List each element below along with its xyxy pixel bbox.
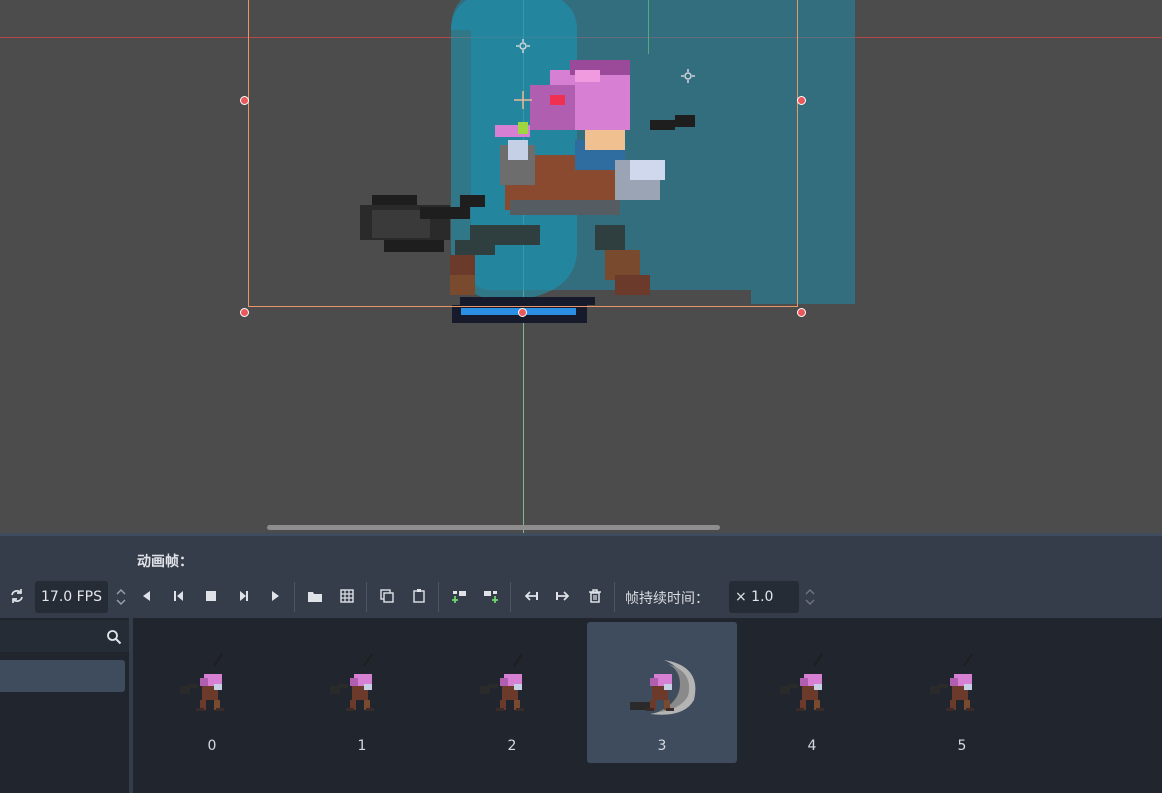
play-icon[interactable] [262,583,288,609]
animation-list [0,618,129,793]
play-from-start-icon[interactable] [230,583,256,609]
scrollbar-thumb[interactable] [267,525,720,530]
load-frames-icon[interactable] [302,583,328,609]
toolbar-separator [614,582,615,612]
pivot-icon[interactable] [516,39,530,53]
horizontal-scrollbar[interactable] [0,523,1162,533]
paste-icon[interactable] [406,583,432,609]
frames-toolbar: 17.0 FPS 帧持续时间： × 1.0 [0,578,1162,616]
toolbar-separator [366,582,367,612]
fps-input[interactable]: 17.0 FPS [35,581,108,613]
delete-icon[interactable] [582,583,608,609]
resize-handle[interactable] [240,96,249,105]
toolbar-separator [510,582,511,612]
editor-root: 动画帧： 17.0 FPS 帧持续时间： × 1.0 0 1 2 3 4 5 [0,0,1162,793]
search-icon[interactable] [106,629,122,645]
frame-index-label: 1 [357,738,367,754]
frame-thumbnail[interactable]: 3 [587,622,737,763]
fps-stepper[interactable] [114,581,128,613]
toolbar-separator [294,582,295,612]
frame-thumbnail[interactable]: 2 [437,622,587,763]
resize-handle[interactable] [797,96,806,105]
frame-thumbnail[interactable]: 4 [737,622,887,763]
frame-index-label: 3 [657,738,667,754]
frame-index-label: 0 [207,738,217,754]
frames-grid: 0 1 2 3 4 5 [133,618,1162,793]
insert-after-icon[interactable] [478,583,504,609]
animation-search-input[interactable] [0,620,129,652]
frame-sprite-preview [180,653,224,711]
toolbar-separator [438,582,439,612]
loop-icon[interactable] [4,583,30,609]
move-right-icon[interactable] [550,583,576,609]
resize-handle[interactable] [240,308,249,317]
origin-crosshair-icon [514,91,532,109]
insert-before-icon[interactable] [446,583,472,609]
frame-sprite-preview [780,653,824,711]
frame-duration-label: 帧持续时间： [625,591,709,607]
animation-list-item[interactable] [0,660,125,692]
sprite-sheet-icon[interactable] [334,583,360,609]
frame-sprite-preview [930,653,974,711]
resize-handle[interactable] [797,308,806,317]
move-left-icon[interactable] [518,583,544,609]
panel-title: 动画帧： [137,554,193,570]
play-backwards-icon[interactable] [134,583,160,609]
frame-thumbnail[interactable]: 5 [887,622,1037,763]
frame-thumbnail[interactable]: 1 [287,622,437,763]
frame-sprite-preview [330,653,374,711]
frame-sprite-preview [480,653,524,711]
frame-duration-input[interactable]: × 1.0 [729,581,799,613]
sprite-frames-panel: 动画帧： 17.0 FPS 帧持续时间： × 1.0 0 1 2 3 4 5 [0,536,1162,793]
canvas-viewport[interactable] [0,0,1162,533]
frame-sprite-preview [630,660,696,715]
pivot-icon[interactable] [681,69,695,83]
stop-icon[interactable] [198,583,224,609]
resize-handle[interactable] [518,308,527,317]
frame-index-label: 2 [507,738,517,754]
frame-duration-stepper[interactable] [803,581,817,613]
frame-thumbnail[interactable]: 0 [137,622,287,763]
frame-index-label: 5 [957,738,967,754]
copy-icon[interactable] [374,583,400,609]
play-backwards-from-start-icon[interactable] [166,583,192,609]
frame-index-label: 4 [807,738,817,754]
